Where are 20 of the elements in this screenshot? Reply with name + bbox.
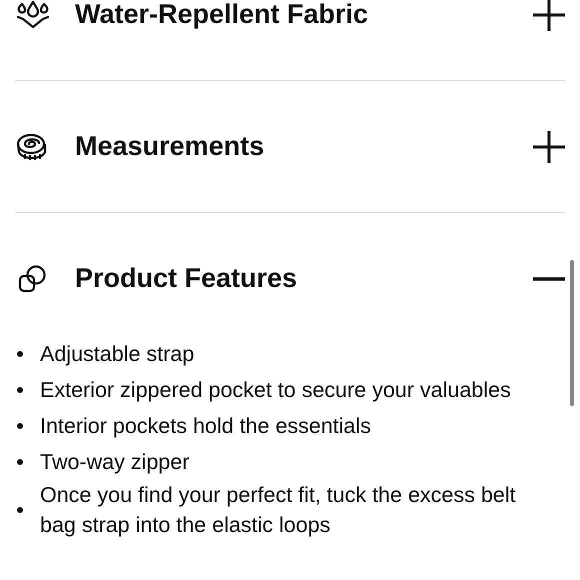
bullet-icon [17,387,23,393]
feature-text: Two-way zipper [40,449,190,476]
accordion-header[interactable]: Product Features [15,213,565,344]
bullet-icon [17,459,23,465]
expand-icon[interactable] [533,130,565,162]
accordion-header[interactable]: Water-Repellent Fabric [15,0,565,80]
bullet-icon [17,423,23,429]
bullet-icon [17,507,23,513]
section-title: Product Features [75,263,298,294]
section-title: Measurements [75,131,266,162]
expand-icon[interactable] [533,0,565,30]
feature-text: Once you find your perfect fit, tuck the excess belt bag strap into the elastic loops [40,482,517,539]
water-drops-icon [15,0,51,30]
bullet-icon [17,351,23,357]
accordion-header[interactable]: Measurements [15,81,565,212]
scrollbar[interactable] [570,260,574,406]
feature-text: Adjustable strap [40,341,196,368]
feature-text: Interior pockets hold the essentials [40,413,372,440]
feature-text: Exterior zippered pocket to secure your valuables [40,377,512,404]
section-title: Water-Repellent Fabric [75,0,370,30]
